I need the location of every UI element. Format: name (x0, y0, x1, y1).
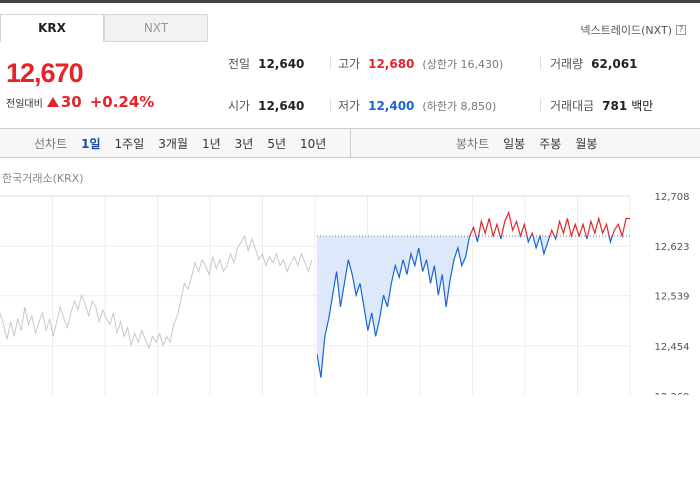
y-tick-label: 12,708 (655, 192, 690, 203)
y-tick-label: 12,454 (655, 342, 690, 353)
toolbar-divider (350, 129, 351, 157)
period-button[interactable]: 1주일 (115, 135, 145, 152)
stat-unit: 백만 (631, 99, 654, 113)
divider (330, 57, 331, 69)
current-price: 12,670 (6, 58, 84, 88)
stat-label: 거래대금 (550, 99, 595, 113)
divider (540, 57, 541, 69)
candle-period-button[interactable]: 주봉 (539, 135, 561, 152)
today-fill-area (317, 236, 630, 378)
stat-volume: 거래량 62,061 (550, 55, 637, 72)
nxt-link-label: 넥스트레이드(NXT) (580, 24, 672, 37)
tab-nxt[interactable]: NXT (104, 14, 208, 42)
stat-low: 저가 12,400 (하한가 8,850) (338, 97, 496, 114)
market-tabs: KRX NXT (0, 14, 208, 42)
nxt-link[interactable]: 넥스트레이드(NXT) ? (580, 22, 686, 38)
period-button[interactable]: 3개월 (158, 135, 188, 152)
period-button[interactable]: 1일 (81, 135, 100, 152)
stat-value: 12,640 (258, 99, 305, 113)
divider (540, 99, 541, 111)
candle-period-button[interactable]: 일봉 (503, 135, 525, 152)
stat-prev-close: 전일 12,640 (228, 55, 304, 72)
top-border (0, 0, 700, 3)
stat-open: 시가 12,640 (228, 97, 304, 114)
period-button[interactable]: 5년 (267, 135, 286, 152)
y-tick-label: 12,539 (655, 292, 690, 303)
stat-high: 고가 12,680 (상한가 16,430) (338, 55, 503, 72)
divider (330, 99, 331, 111)
stat-sub: (하한가 8,850) (422, 100, 497, 113)
stat-label: 시가 (228, 99, 251, 113)
change-amount: 30 (60, 93, 82, 111)
period-button[interactable]: 3년 (235, 135, 254, 152)
period-button[interactable]: 10년 (300, 135, 326, 152)
y-tick-label: 12,369 (655, 392, 690, 395)
intraday-line-chart: 12,708 12,623 12,539 12,454 12,369 (0, 192, 690, 395)
stat-sub: (상한가 16,430) (422, 58, 504, 71)
stat-trade-value: 거래대금 781 백만 (550, 97, 653, 114)
period-button[interactable]: 1년 (202, 135, 221, 152)
stat-label: 전일 (228, 57, 251, 71)
candle-chart-header: 봉차트 (456, 136, 490, 151)
change-percent: +0.24% (89, 93, 155, 111)
price-change: 전일대비 30 +0.24% (6, 93, 154, 111)
help-icon[interactable]: ? (676, 25, 686, 35)
y-tick-label: 12,623 (655, 242, 690, 253)
chart-title: 한국거래소(KRX) (2, 172, 84, 185)
stat-value: 781 (602, 99, 628, 113)
change-label: 전일대비 (6, 98, 43, 110)
up-triangle-icon (46, 97, 59, 107)
stat-label: 고가 (338, 57, 361, 71)
tab-krx[interactable]: KRX (0, 14, 104, 42)
quote-stats: 전일 12,640 고가 12,680 (상한가 16,430) 거래량 62,… (210, 52, 700, 118)
stat-label: 저가 (338, 99, 361, 113)
candle-period-button[interactable]: 월봉 (575, 135, 597, 152)
candle-chart-periods: 봉차트 일봉 주봉 월봉 (456, 129, 597, 157)
stat-value: 12,680 (368, 57, 415, 71)
stat-value: 62,061 (591, 57, 638, 71)
series-previous-day (0, 234, 313, 350)
stat-value: 12,400 (368, 99, 415, 113)
stat-label: 거래량 (550, 57, 584, 71)
stat-value: 12,640 (258, 57, 305, 71)
line-chart-header: 선차트 (34, 136, 68, 151)
line-chart-periods: 선차트 1일 1주일 3개월 1년 3년 5년 10년 (34, 129, 326, 157)
chart-toolbar: 선차트 1일 1주일 3개월 1년 3년 5년 10년 봉차트 일봉 주봉 월봉 (0, 128, 700, 158)
